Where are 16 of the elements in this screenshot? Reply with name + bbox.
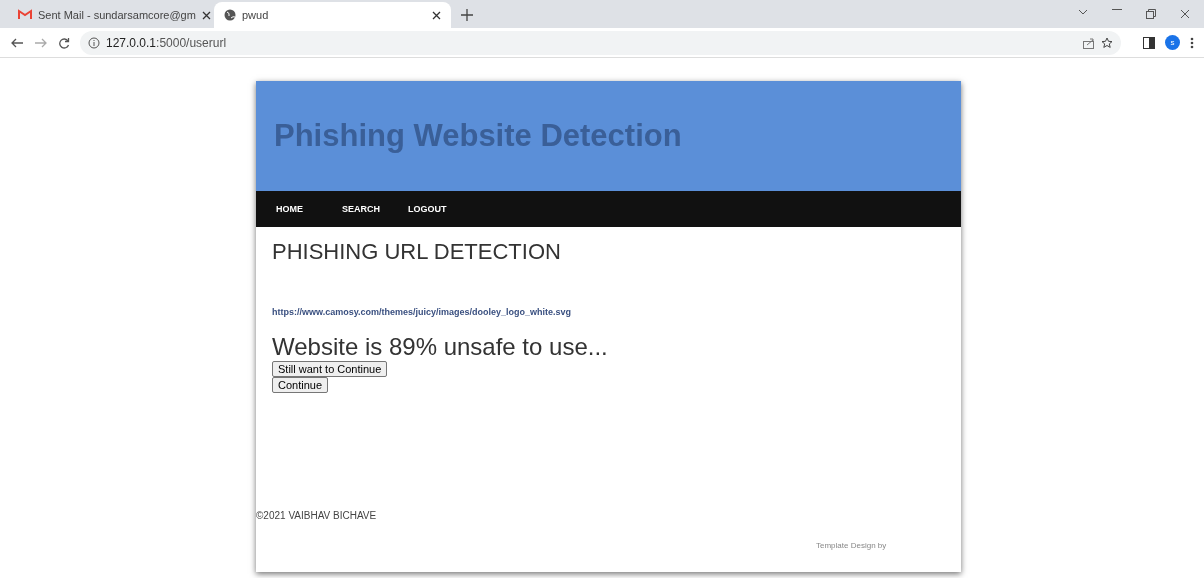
nav-link[interactable]: LOGOUT bbox=[408, 204, 474, 214]
result-text: Website is 89% unsafe to use... bbox=[272, 333, 608, 361]
continue-button[interactable]: Continue bbox=[272, 377, 329, 393]
nav-link[interactable]: SEARCH bbox=[342, 204, 408, 214]
browser-tab[interactable]: Sent Mail - sundarsamcore@gm bbox=[8, 2, 214, 28]
page-heading: PHISHING URL DETECTION bbox=[272, 239, 561, 265]
nav-link[interactable]: HOME bbox=[276, 204, 342, 214]
copyright-text: ©2021 VAIBHAV BICHAVE bbox=[256, 510, 377, 521]
browser-tab[interactable]: pwud bbox=[214, 2, 451, 28]
url-text: 127.0.0.1:5000/userurl bbox=[106, 35, 227, 50]
profile-avatar[interactable]: s bbox=[1165, 35, 1180, 50]
site-title: Phishing Website Detection bbox=[274, 118, 682, 154]
checked-url: https://www.camosy.com/themes/juicy/images/dooley_logo_white.svg bbox=[272, 307, 572, 317]
address-bar[interactable]: 127.0.0.1:5000/userurl bbox=[80, 30, 1121, 55]
credit-text: Template Design by bbox=[816, 541, 887, 550]
continue-button[interactable]: Still want to Continue bbox=[272, 361, 388, 377]
